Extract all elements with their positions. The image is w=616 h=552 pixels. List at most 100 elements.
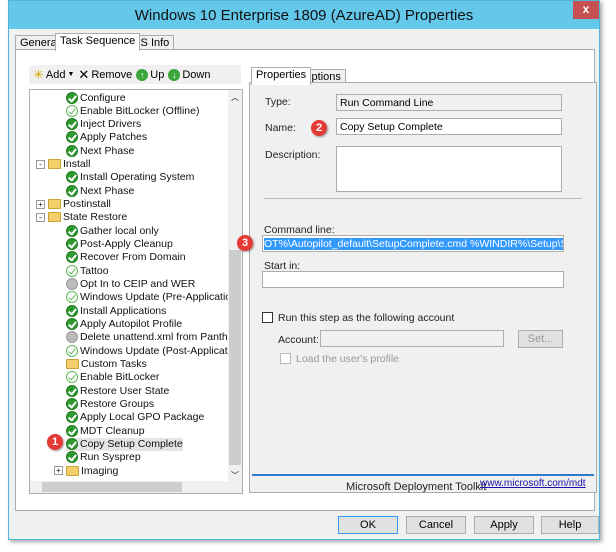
check-outline-icon [66, 264, 78, 277]
expand-icon[interactable]: + [36, 199, 45, 209]
close-button[interactable]: x [573, 1, 599, 19]
tree-item-label: Postinstall [63, 198, 111, 211]
description-label: Description: [265, 149, 321, 161]
apply-button[interactable]: Apply [474, 516, 534, 534]
tree-item-label: Next Phase [80, 184, 135, 197]
tree-item[interactable]: Apply Autopilot Profile [66, 318, 182, 331]
remove-button[interactable]: ✕ Remove [78, 67, 132, 83]
scroll-down-icon[interactable]: ﹀ [231, 470, 239, 481]
ok-button[interactable]: OK [338, 516, 398, 534]
scrollbar-thumb[interactable] [229, 250, 241, 465]
expand-icon[interactable]: + [54, 466, 63, 476]
tree-item[interactable]: - Install [36, 158, 90, 171]
tree-item[interactable]: Post-Apply Cleanup [66, 238, 173, 251]
collapse-icon[interactable]: - [36, 159, 45, 169]
tree-item[interactable]: Gather local only [66, 224, 159, 237]
description-input[interactable] [336, 146, 562, 192]
check-icon [66, 91, 78, 104]
tree-item[interactable]: Windows Update (Post-Application Ins [66, 344, 243, 357]
tree-item-label: Apply Patches [80, 131, 148, 144]
add-button[interactable]: ✳ Add ▼ [33, 67, 74, 83]
tree-item[interactable]: Configure [66, 91, 126, 104]
name-label: Name: [265, 122, 296, 134]
tree-item[interactable]: Enable BitLocker (Offline) [66, 104, 199, 117]
tree-item[interactable]: Copy Setup Complete [66, 437, 183, 451]
scroll-up-icon[interactable]: ︿ [231, 92, 239, 103]
check-icon [66, 238, 78, 251]
account-input [320, 330, 504, 347]
divider [264, 198, 582, 199]
mdt-brand: Microsoft Deployment Toolkit [346, 481, 487, 493]
tree-item[interactable]: Install Operating System [66, 171, 194, 184]
tree-item[interactable]: Next Phase [66, 144, 134, 157]
tree-item[interactable]: Opt In to CEIP and WER [66, 278, 195, 291]
tree-item[interactable]: MDT Cleanup [66, 424, 145, 437]
account-label: Account: [278, 334, 319, 346]
cancel-button[interactable]: Cancel [406, 516, 466, 534]
up-button[interactable]: ↑ Up [136, 68, 164, 81]
disabled-icon [66, 331, 78, 344]
set-button[interactable]: Set... [518, 330, 563, 348]
h-scrollbar-thumb[interactable] [42, 482, 182, 492]
tree-item[interactable]: Restore User State [66, 384, 169, 397]
tree-item-label: Next Phase [80, 144, 135, 157]
tree-item-label: Restore Groups [80, 398, 155, 411]
load-profile-label: Load the user's profile [296, 353, 399, 365]
tree-item-label: Windows Update (Post-Application Ins [80, 344, 243, 357]
command-line-input[interactable]: OT%\Autopilot_default\SetupComplete.cmd … [262, 235, 564, 252]
tree-item-label: Recover From Domain [80, 251, 186, 264]
check-icon [66, 304, 78, 317]
tree-item[interactable]: Apply Patches [66, 131, 147, 144]
tree-item[interactable]: Run Sysprep [66, 451, 141, 464]
tree-item[interactable]: + Postinstall [36, 198, 111, 211]
check-icon [66, 451, 78, 464]
tree-item-label: Restore User State [80, 384, 170, 397]
tree-item[interactable]: Custom Tasks [66, 358, 147, 371]
tree-item-label: Gather local only [80, 224, 159, 237]
title-bar: Windows 10 Enterprise 1809 (AzureAD) Pro… [9, 1, 599, 29]
tree-item[interactable]: Apply Local GPO Package [66, 411, 204, 424]
tab-task-sequence[interactable]: Task Sequence [55, 33, 141, 51]
down-button[interactable]: ↓ Down [168, 68, 210, 81]
command-line-text: OT%\Autopilot_default\SetupComplete.cmd … [264, 238, 563, 250]
tree-item-label: Apply Local GPO Package [80, 411, 205, 424]
tree-item-label: Delete unattend.xml from Panther [80, 331, 237, 344]
name-input[interactable]: Copy Setup Complete [336, 118, 562, 135]
check-icon [66, 144, 78, 157]
folder-icon [48, 159, 61, 170]
tree-item[interactable]: Inject Drivers [66, 118, 141, 131]
tree-item[interactable]: Recover From Domain [66, 251, 186, 264]
check-icon [66, 131, 78, 144]
tree-item-label: Install [63, 158, 91, 171]
check-icon [66, 318, 78, 331]
tree-item[interactable]: Install Applications [66, 304, 166, 317]
tree-item[interactable]: + Imaging [54, 464, 118, 477]
tree-item[interactable]: Enable BitLocker [66, 371, 159, 384]
tree-item-label: Inject Drivers [80, 118, 142, 131]
folder-icon [66, 465, 79, 476]
tree-item[interactable]: Next Phase [66, 184, 134, 197]
dropdown-arrow-icon: ▼ [67, 71, 75, 78]
check-icon [66, 118, 78, 131]
tree-item[interactable]: Tattoo [66, 264, 109, 277]
vertical-scrollbar[interactable]: ︿ ﹀ [228, 90, 242, 481]
run-as-checkbox[interactable] [262, 312, 273, 323]
start-in-input[interactable] [262, 271, 564, 288]
tree-item-label: Tattoo [80, 264, 109, 277]
check-icon [66, 438, 78, 451]
tree-item[interactable]: Windows Update (Pre-Application Inst [66, 291, 242, 304]
collapse-icon[interactable]: - [36, 212, 45, 222]
help-button[interactable]: Help [541, 516, 599, 534]
tree-item[interactable]: Restore Groups [66, 398, 154, 411]
tree-item[interactable]: - State Restore [36, 211, 127, 224]
horizontal-scrollbar[interactable] [30, 481, 242, 493]
tab-properties[interactable]: Properties [251, 67, 312, 85]
mdt-link[interactable]: www.microsoft.com/mdt [480, 478, 586, 489]
load-profile-checkbox[interactable] [280, 353, 291, 364]
tree-item-label: Install Operating System [80, 171, 195, 184]
tree-item-label: Enable BitLocker (Offline) [80, 104, 200, 117]
tree-item[interactable]: Delete unattend.xml from Panther [66, 331, 237, 344]
annotation-badge-1: 1 [47, 434, 63, 450]
tree-item-label: Configure [80, 91, 126, 104]
tree-item-label: Opt In to CEIP and WER [80, 278, 196, 291]
